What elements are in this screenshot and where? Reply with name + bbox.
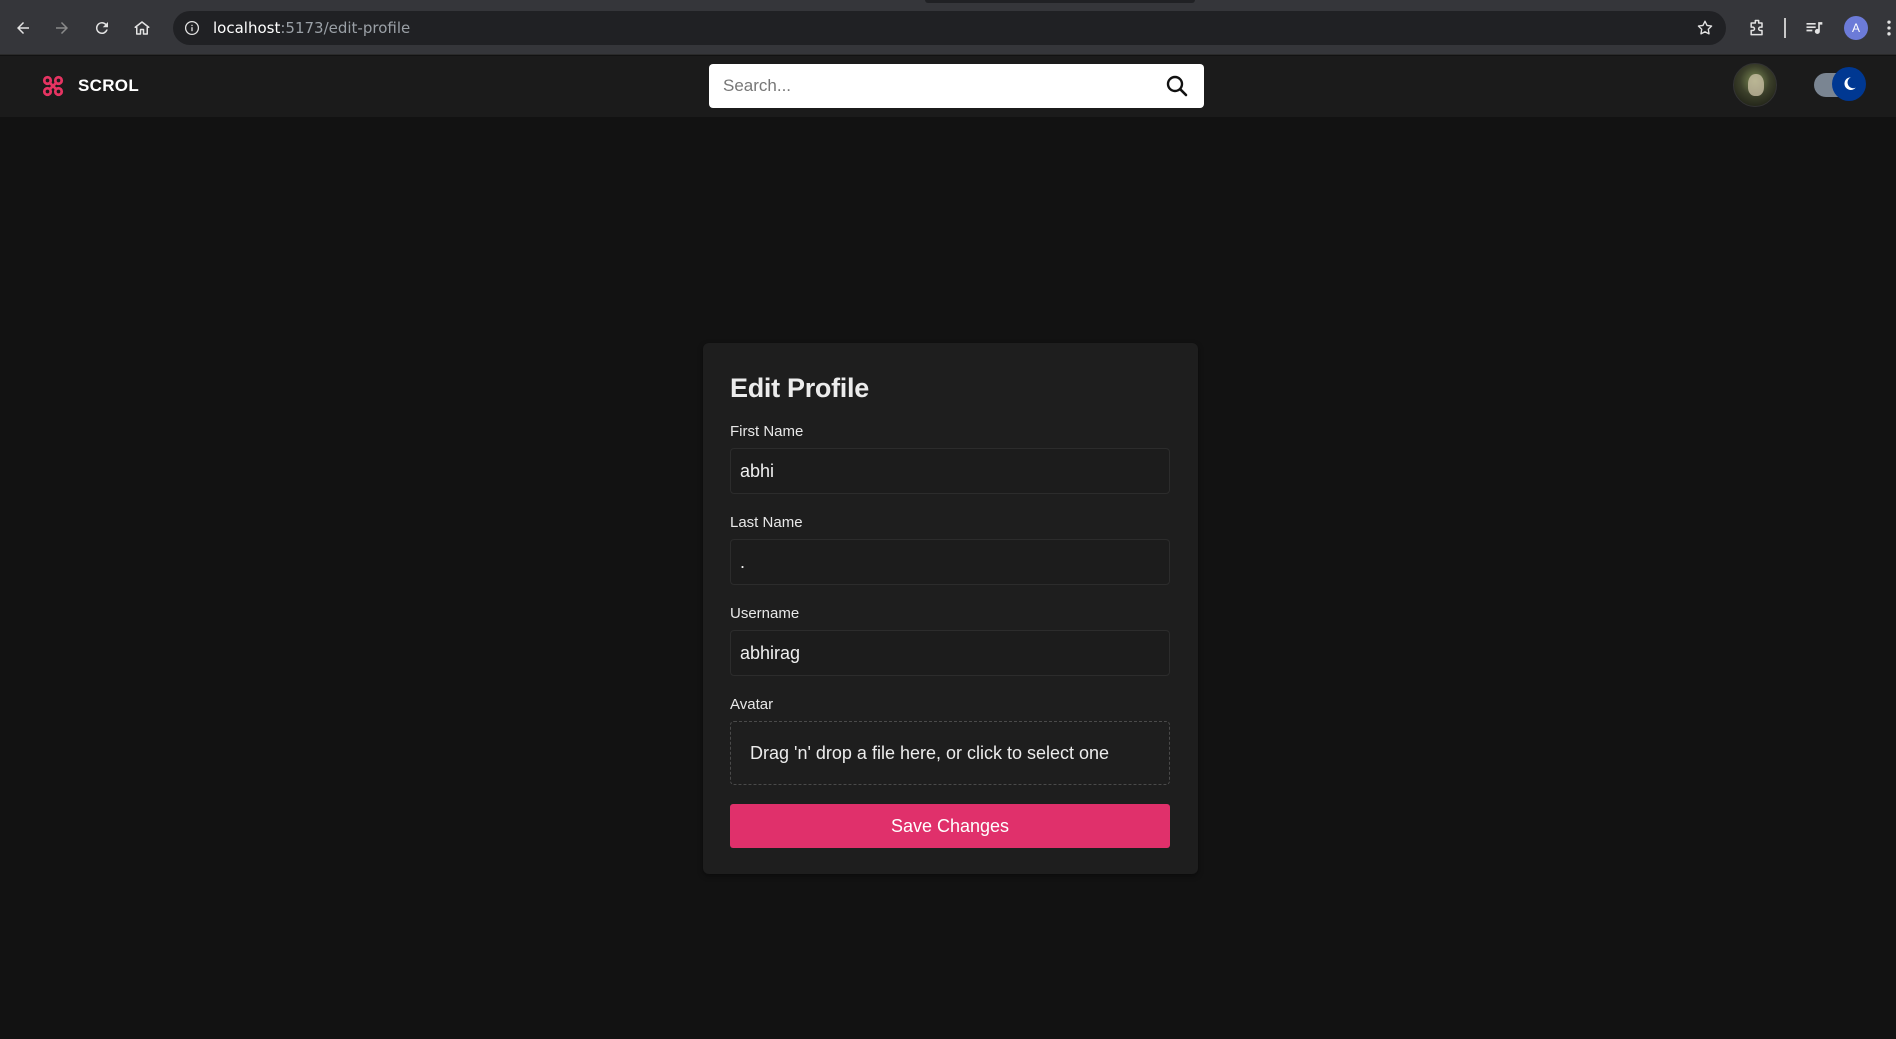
toolbar-divider [1784,18,1786,38]
browser-toolbar: localhost:5173/edit-profile A [0,0,1896,55]
address-bar[interactable]: localhost:5173/edit-profile [173,11,1726,45]
profile-button[interactable]: A [1840,12,1872,44]
search-input[interactable] [723,76,1164,96]
username-label: Username [730,605,800,622]
bookmark-star-icon[interactable] [1696,19,1714,37]
arrow-left-icon [17,22,29,34]
search-icon[interactable] [1164,73,1190,99]
tab-strip-edge [925,0,1195,3]
edit-profile-card: Edit Profile First Name Last Name Userna… [703,343,1198,874]
app-header: SCROL [0,56,1896,117]
url-host: localhost [213,19,281,37]
user-avatar[interactable] [1733,63,1777,107]
toggle-knob [1832,67,1866,101]
brand-link[interactable]: SCROL [42,75,139,97]
moon-icon [1844,77,1856,90]
profile-initial: A [1844,16,1868,40]
save-changes-button[interactable]: Save Changes [730,804,1170,848]
dropzone-text: Drag 'n' drop a file here, or click to s… [750,742,1110,763]
avatar-image [1748,74,1764,96]
search-box [709,64,1204,108]
first-name-label: First Name [730,423,804,440]
page-title: Edit Profile [730,373,869,403]
first-name-field[interactable] [730,448,1170,494]
theme-toggle[interactable] [1814,67,1866,101]
brand-name: SCROL [78,76,139,95]
username-field[interactable] [730,630,1170,676]
home-icon [134,21,150,35]
arrow-right-icon [56,22,68,34]
forward-button[interactable] [46,12,78,44]
reload-button[interactable] [86,12,118,44]
reload-icon [95,22,108,35]
avatar-label: Avatar [730,696,774,713]
puzzle-icon [1750,19,1763,36]
last-name-field[interactable] [730,539,1170,585]
media-controls-button[interactable] [1798,12,1830,44]
more-vertical-icon [1887,20,1891,36]
home-button[interactable] [126,12,158,44]
extensions-button[interactable] [1741,12,1773,44]
url-path: :5173/edit-profile [280,19,411,37]
scrol-logo-icon [42,75,64,97]
queue-music-icon [1806,22,1823,34]
last-name-label: Last Name [730,514,803,531]
avatar-dropzone[interactable]: Drag 'n' drop a file here, or click to s… [730,721,1170,785]
browser-menu-button[interactable] [1882,12,1896,44]
back-button[interactable] [7,12,39,44]
url-text: localhost:5173/edit-profile [213,19,410,37]
site-info-icon[interactable] [183,19,201,37]
